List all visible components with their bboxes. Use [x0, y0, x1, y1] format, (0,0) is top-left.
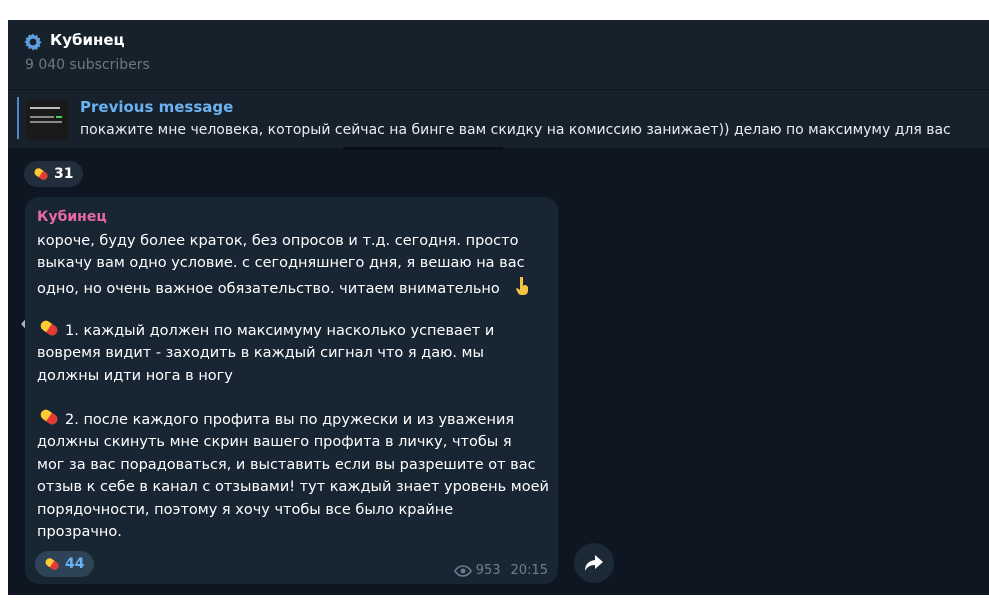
pill-icon — [45, 558, 59, 570]
subscriber-count: 9 040 subscribers — [25, 57, 150, 73]
pill-icon — [40, 320, 58, 336]
message-sender: Кубинец — [37, 209, 107, 225]
share-icon — [585, 555, 603, 571]
point-down-icon — [516, 276, 529, 295]
message-meta: 953 20:15 — [453, 563, 548, 578]
reaction-count: 44 — [65, 556, 85, 572]
divider — [343, 147, 503, 150]
chat-area[interactable]: 31 Кубинец короче, буду более краток, бе… — [8, 147, 989, 595]
gear-icon — [24, 33, 42, 51]
pill-icon — [34, 168, 48, 180]
pinned-message[interactable]: Previous message покажите мне человека, … — [8, 89, 989, 148]
message-line: отзыв к себе в канал с отзывами! тут каж… — [37, 479, 549, 496]
pinned-thumbnail — [26, 100, 68, 140]
message-line: прозрачно. — [37, 524, 122, 541]
message-line: должны идти нога в ногу — [37, 367, 233, 384]
eye-icon — [453, 564, 472, 577]
pinned-accent-bar — [17, 97, 19, 139]
reaction-count: 31 — [54, 166, 74, 182]
message-paragraph-1: короче, буду более краток, без опросов и… — [37, 230, 552, 300]
message-line: порядочности, поэтому я хочу чтобы все б… — [37, 501, 454, 518]
share-button[interactable] — [574, 543, 614, 583]
pinned-title: Previous message — [80, 98, 234, 116]
telegram-window: Кубинец 9 040 subscribers Previous messa… — [8, 20, 989, 595]
channel-name: Кубинец — [50, 31, 125, 49]
message-line: вовремя видит - заходить в каждый сигнал… — [37, 345, 484, 362]
message-line: одно, но очень важное обязательство. чит… — [37, 280, 500, 297]
channel-header[interactable]: Кубинец 9 040 subscribers — [8, 20, 989, 89]
message-line: 1. каждый должен по максимуму насколько … — [65, 323, 495, 339]
message-line: короче, буду более краток, без опросов и… — [37, 233, 519, 249]
view-count: 953 — [475, 563, 501, 578]
message-line: выкачу вам одно условие. с сегодняшнего … — [37, 255, 525, 272]
reaction-chip[interactable]: 44 — [35, 551, 95, 577]
message-line: мог за вас порадоваться, и выставить есл… — [37, 456, 536, 473]
message-paragraph-3: 2. после каждого профита вы по дружески … — [37, 408, 552, 543]
message-time: 20:15 — [510, 563, 548, 578]
message-line: 2. после каждого профита вы по дружески … — [65, 412, 515, 428]
pill-icon — [40, 409, 58, 425]
message-paragraph-2: 1. каждый должен по максимуму насколько … — [37, 319, 552, 387]
reaction-chip[interactable]: 31 — [24, 161, 84, 187]
pinned-text: покажите мне человека, который сейчас на… — [80, 122, 951, 138]
message-bubble[interactable]: Кубинец короче, буду более краток, без о… — [25, 197, 558, 584]
message-line: должны скинуть мне скрин вашего профита … — [37, 434, 512, 451]
